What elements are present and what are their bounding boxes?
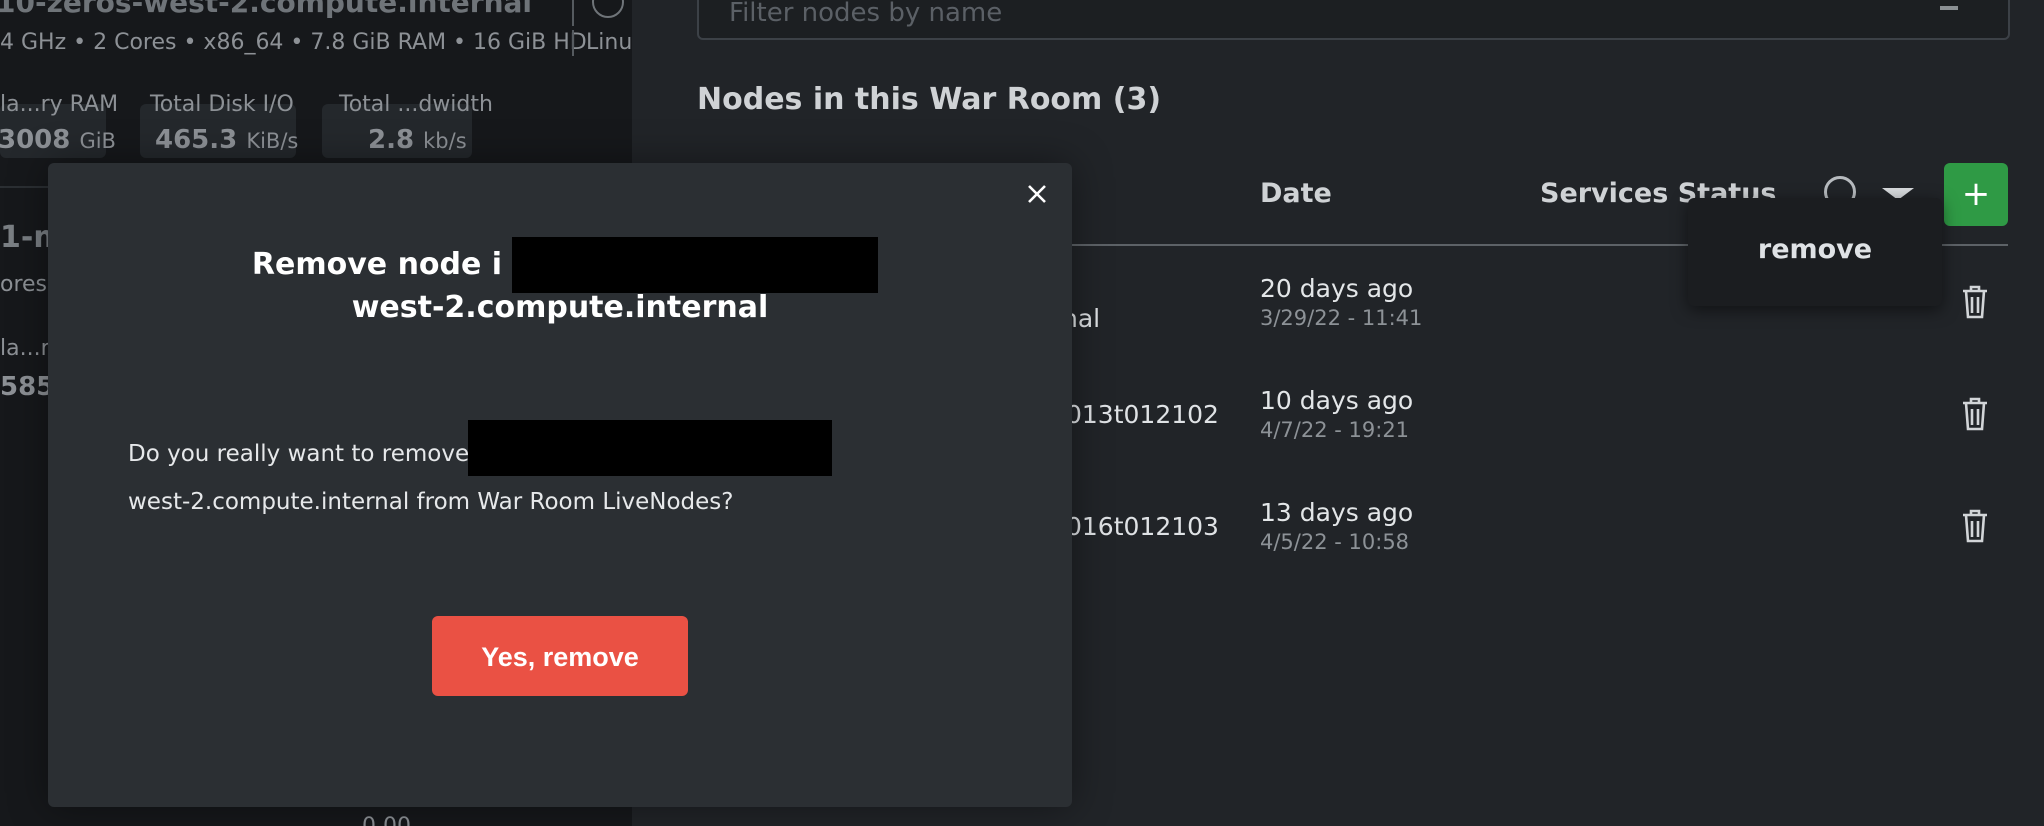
metric-label: Total Disk I/O bbox=[150, 92, 294, 117]
table-row-name: 013t012102 bbox=[1066, 400, 1219, 429]
background-node-specs: 4 GHz • 2 Cores • x86_64 • 7.8 GiB RAM •… bbox=[0, 30, 587, 55]
yes-remove-button[interactable]: Yes, remove bbox=[432, 616, 688, 696]
metric-value: 3008 GiB bbox=[0, 125, 116, 155]
table-row-name: 016t012103 bbox=[1066, 512, 1219, 541]
second-node-specs: ores bbox=[0, 272, 48, 297]
nodes-heading: Nodes in this War Room (3) bbox=[697, 82, 1162, 117]
column-header-date[interactable]: Date bbox=[1260, 178, 1332, 209]
background-node-title: 10-zeros-west-2.compute.internal bbox=[0, 0, 532, 19]
close-icon[interactable] bbox=[1020, 177, 1054, 211]
modal-body-line2: west-2.compute.internal from War Room Li… bbox=[128, 489, 734, 515]
add-node-button[interactable]: + bbox=[1944, 163, 2008, 226]
redacted-node-name bbox=[512, 237, 878, 293]
metric-value: 465.3 KiB/s bbox=[155, 125, 299, 155]
table-row-date-absolute: 4/5/22 - 10:58 bbox=[1260, 530, 1410, 554]
metric-label: la...ry RAM bbox=[0, 92, 119, 117]
table-row-date-relative: 10 days ago bbox=[1260, 386, 1414, 415]
redacted-node-name bbox=[468, 420, 832, 476]
metric-value: 2.8 kb/s bbox=[368, 125, 467, 155]
remove-node-modal: Remove node i west-2.compute.internal Do… bbox=[48, 163, 1072, 807]
filter-nodes-input[interactable]: Filter nodes by name bbox=[697, 0, 2010, 40]
bottom-metric-value: 0.00 bbox=[362, 814, 411, 826]
remove-tooltip: remove bbox=[1688, 198, 1942, 306]
info-icon bbox=[592, 0, 624, 18]
table-row-date-absolute: 4/7/22 - 19:21 bbox=[1260, 418, 1410, 442]
table-row-date-absolute: 3/29/22 - 11:41 bbox=[1260, 306, 1423, 330]
metric-label: Total ...dwidth bbox=[339, 92, 493, 117]
trash-icon[interactable] bbox=[1961, 285, 1989, 319]
trash-icon[interactable] bbox=[1961, 509, 1989, 543]
filter-icon bbox=[1940, 6, 1958, 10]
table-row-date-relative: 20 days ago bbox=[1260, 274, 1414, 303]
table-row-date-relative: 13 days ago bbox=[1260, 498, 1414, 527]
title-separator bbox=[572, 0, 574, 26]
background-node-os: Linu bbox=[586, 30, 632, 55]
trash-icon[interactable] bbox=[1961, 397, 1989, 431]
filter-nodes-placeholder: Filter nodes by name bbox=[729, 0, 1003, 28]
specs-separator bbox=[572, 30, 574, 56]
tooltip-text: remove bbox=[1757, 234, 1873, 265]
second-node-metric-value: 585 bbox=[0, 372, 55, 402]
